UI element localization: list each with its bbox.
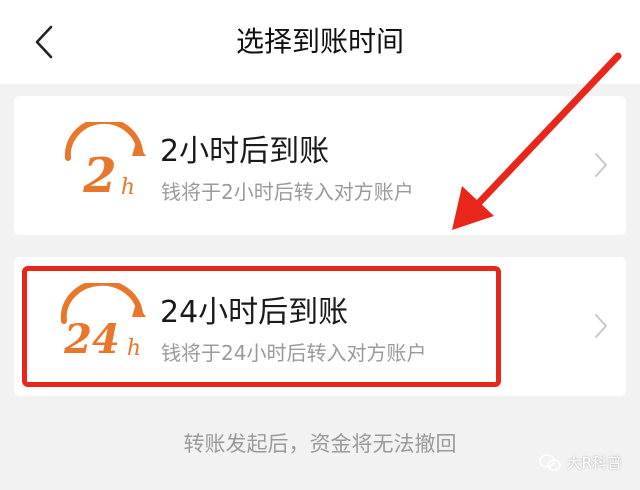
logo-number: 24 xyxy=(63,316,120,363)
back-button[interactable] xyxy=(24,20,64,64)
watermark-text: 大R科普 xyxy=(566,454,622,472)
option-24h[interactable]: 24 h 24小时后到账 钱将于24小时后转入对方账户 xyxy=(14,257,626,396)
2h-clock-icon: 2 h xyxy=(64,122,146,204)
logo-number: 2 xyxy=(82,148,116,204)
option-title: 24小时后到账 xyxy=(160,295,349,330)
logo-unit: h xyxy=(121,175,135,200)
wechat-icon xyxy=(538,453,561,471)
logo-unit: h xyxy=(127,336,141,361)
page-title: 选择到账时间 xyxy=(235,25,404,58)
chevron-left-icon xyxy=(35,25,53,59)
24h-clock-icon: 24 h xyxy=(60,283,146,363)
option-description: 钱将于2小时后转入对方账户 xyxy=(161,180,414,204)
option-2h[interactable]: 2 h 2小时后到账 钱将于2小时后转入对方账户 xyxy=(14,96,626,235)
watermark: 大R科普 xyxy=(538,452,622,473)
chevron-right-icon xyxy=(595,314,607,338)
option-title: 2小时后到账 xyxy=(160,134,330,169)
chevron-right-icon xyxy=(595,153,607,177)
option-description: 钱将于24小时后转入对方账户 xyxy=(161,341,427,365)
top-bar: 选择到账时间 xyxy=(0,0,640,84)
